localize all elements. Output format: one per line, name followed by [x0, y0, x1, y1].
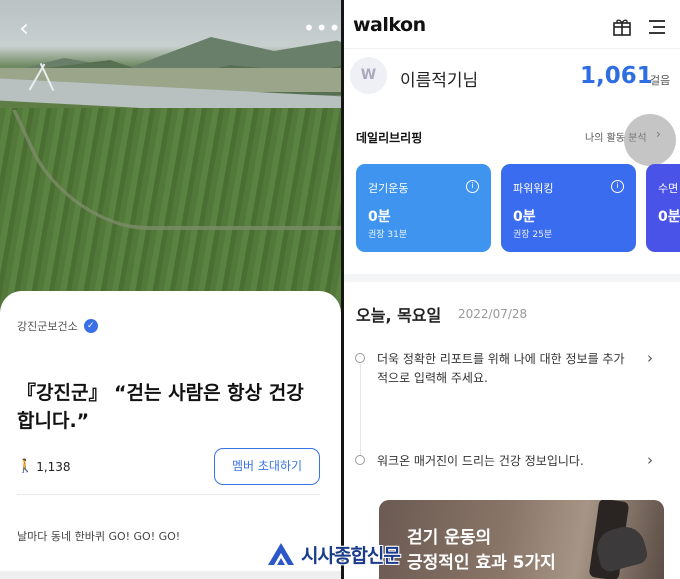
magazine-article-card[interactable]: 걷기 운동의 긍정적인 효과 5가지 — [379, 500, 664, 579]
organization-name: 강진군보건소 — [17, 320, 78, 333]
tile-goal: 권장 31분 — [368, 230, 408, 240]
home-screen: walkon W 이름적기님 1,061 걸음 데일리브리핑 나의 활동 분석 … — [344, 0, 680, 579]
app-logo: walkon — [353, 14, 426, 36]
section-divider — [344, 274, 680, 282]
list-item-text: 워크온 매거진이 드리는 건강 정보입니다. — [377, 454, 584, 468]
article-title-line: 걷기 운동의 — [407, 528, 492, 548]
chevron-left-icon: ‹ — [19, 14, 29, 42]
chevron-right-icon: › — [647, 349, 653, 367]
tile-walking[interactable]: 걷기운동 i 0분 권장 31분 — [356, 164, 491, 252]
step-unit: 걸음 — [650, 74, 671, 87]
watermark-text: 시사종합신문 — [301, 544, 401, 567]
newspaper-logo-icon — [268, 543, 294, 565]
tile-name: 걷기운동 — [368, 182, 409, 195]
bottom-bar — [0, 571, 341, 579]
tile-value: 0분 — [368, 209, 391, 225]
more-horizontal-icon: ••• — [303, 16, 341, 40]
member-count: 🚶 1,138 — [17, 459, 71, 474]
back-button[interactable]: ‹ — [12, 16, 36, 40]
divider — [17, 494, 320, 495]
invite-member-button[interactable]: 멤버 초대하기 — [214, 448, 320, 485]
tile-value: 0분 — [658, 209, 680, 225]
gift-icon[interactable] — [612, 17, 632, 37]
tile-power-walking[interactable]: 파워워킹 i 0분 권장 25분 — [501, 164, 636, 252]
verified-check-icon: ✓ — [83, 319, 98, 333]
today-date: 2022/07/28 — [458, 307, 528, 321]
group-slogan: 날마다 동네 한바퀴 GO! GO! GO! — [17, 530, 181, 543]
organization: 강진군보건소 ✓ — [17, 318, 98, 334]
daily-briefing-title: 데일리브리핑 — [356, 131, 423, 145]
chevron-right-icon: › — [647, 451, 653, 469]
article-title-line: 긍정적인 효과 5가지 — [407, 553, 556, 573]
today-label: 오늘, 목요일 — [356, 306, 442, 325]
touch-indicator — [624, 114, 676, 166]
walking-person-icon: 🚶 — [17, 459, 34, 474]
list-item[interactable]: 워크온 매거진이 드리는 건강 정보입니다. › — [344, 451, 680, 475]
more-button[interactable]: ••• — [303, 16, 340, 40]
timeline-dot-icon — [355, 353, 365, 363]
tile-goal: 권장 25분 — [513, 230, 553, 240]
article-title: 걷기 운동의 긍정적인 효과 5가지 — [407, 526, 556, 576]
group-detail-screen: ‹ ••• 강진군보건소 ✓ 『강진군』 “걷는 사람은 항상 건강합니다.” … — [0, 0, 341, 579]
step-count: 1,061 — [580, 63, 653, 89]
cover-photo — [0, 0, 341, 330]
menu-icon[interactable] — [647, 17, 667, 37]
group-title: 『강진군』 “걷는 사람은 항상 건강합니다.” — [17, 382, 304, 432]
tile-sleep[interactable]: 수면 0분 — [646, 164, 680, 252]
user-name[interactable]: 이름적기님 — [400, 66, 478, 91]
avatar[interactable]: W — [350, 57, 387, 94]
info-icon[interactable]: i — [466, 180, 479, 193]
member-count-value: 1,138 — [36, 459, 71, 474]
group-info-card: 강진군보건소 ✓ 『강진군』 “걷는 사람은 항상 건강합니다.” 🚶 1,13… — [0, 291, 341, 579]
timeline-dot-icon — [355, 455, 365, 465]
watermark: 시사종합신문 — [266, 540, 401, 568]
tile-value: 0분 — [513, 209, 536, 225]
header-divider — [344, 48, 680, 49]
list-item[interactable]: 더욱 정확한 리포트를 위해 나에 대한 정보를 추가적으로 입력해 주세요. … — [344, 349, 680, 393]
tile-name: 파워워킹 — [513, 182, 554, 195]
info-icon[interactable]: i — [611, 180, 624, 193]
list-item-text: 더욱 정확한 리포트를 위해 나에 대한 정보를 추가적으로 입력해 주세요. — [377, 352, 625, 385]
tile-name: 수면 — [658, 182, 679, 195]
